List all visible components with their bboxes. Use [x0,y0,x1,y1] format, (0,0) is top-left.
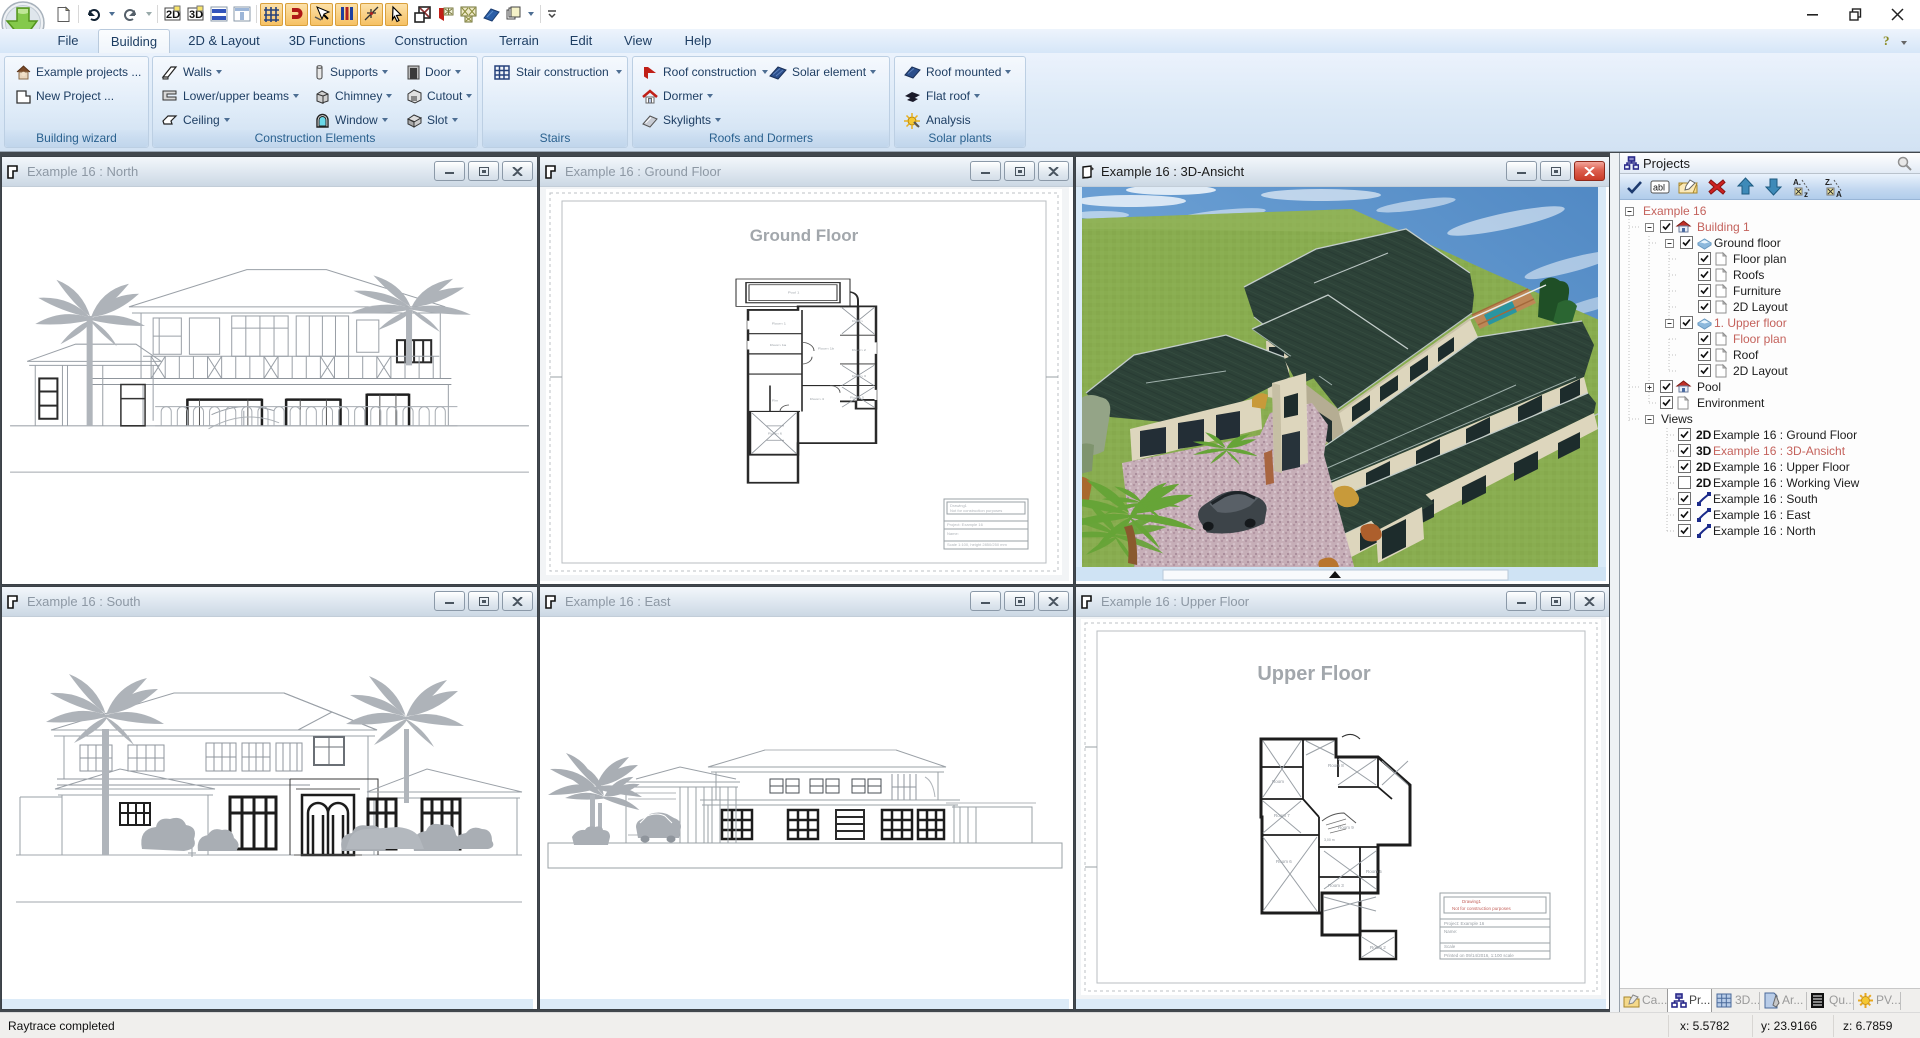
svg-text:Room 4: Room 4 [810,397,824,400]
svg-text:2D: 2D [1696,460,1712,474]
svg-text:Not for construction purposes: Not for construction purposes [1452,906,1512,911]
svg-text:2D Layout: 2D Layout [1733,300,1788,314]
svg-text:3,00 m: 3,00 m [1324,838,1335,842]
svg-text:Room 5: Room 5 [1366,869,1382,874]
svg-text:Example 16 : 3D-Ansicht: Example 16 : 3D-Ansicht [1713,444,1846,458]
svg-text:2D: 2D [1696,428,1712,442]
svg-text:Room 1b: Room 1b [818,347,834,350]
svg-text:Ground floor: Ground floor [1714,236,1781,250]
svg-text:Room 1a: Room 1a [770,343,786,346]
svg-text:Environment: Environment [1697,396,1765,410]
svg-text:Room 2: Room 2 [852,349,866,352]
svg-text:Pool 1: Pool 1 [788,291,799,294]
svg-text:Views: Views [1661,412,1693,426]
svg-text:Furniture: Furniture [1733,284,1781,298]
svg-text:2D Layout: 2D Layout [1733,364,1788,378]
svg-text:?: ? [1883,33,1890,48]
svg-text:Floor plan: Floor plan [1733,252,1786,266]
svg-text:Example 16 : South: Example 16 : South [1713,492,1818,506]
svg-text:Name:: Name: [1444,929,1457,934]
svg-text:Drawing1: Drawing1 [1462,899,1482,904]
svg-text:Upper Floor: Upper Floor [1257,663,1371,685]
svg-text:Example 16 : Upper Floor: Example 16 : Upper Floor [1713,460,1850,474]
svg-text:Floor plan: Floor plan [1733,332,1786,346]
svg-text:Room 3: Room 3 [1328,883,1344,888]
svg-text:Room 5: Room 5 [850,396,864,399]
svg-text:Ground Floor: Ground Floor [750,226,859,245]
svg-text:Example 16 : Working View: Example 16 : Working View [1713,476,1860,490]
svg-text:Room: Room [1272,779,1284,784]
svg-text:Printed on 09/14/2016, 1:100 s: Printed on 09/14/2016, 1:100 scale [1444,953,1514,958]
svg-text:Roof: Roof [1733,348,1759,362]
svg-text:Project: Example 16: Project: Example 16 [947,522,984,527]
svg-text:Not for construction purposes: Not for construction purposes [950,508,1002,513]
svg-text:Example 16: Example 16 [1643,204,1707,218]
svg-text:Scale: Scale [1444,944,1456,949]
svg-text:Room 6: Room 6 [768,432,782,435]
svg-text:Room 1: Room 1 [772,322,786,325]
svg-text:Scale 1:100, height 2850/250 m: Scale 1:100, height 2850/250 mm [947,542,1007,547]
svg-text:Room 3: Room 3 [852,374,866,377]
svg-text:Room 2: Room 2 [1370,945,1386,950]
svg-text:Room 8: Room 8 [1328,763,1344,768]
svg-text:Z.: Z. [1825,178,1832,187]
svg-text:Example 16 : East: Example 16 : East [1713,508,1811,522]
svg-text:Roofs: Roofs [1733,268,1764,282]
svg-text:Room 7: Room 7 [1274,813,1290,818]
svg-text:z: z [1804,190,1808,198]
svg-text:Example 16 : Ground Floor: Example 16 : Ground Floor [1713,428,1857,442]
svg-text:Name:: Name: [947,531,959,536]
svg-text:Room: Room [852,320,863,323]
svg-text:1. Upper floor: 1. Upper floor [1714,316,1787,330]
svg-text:Project: Example 16: Project: Example 16 [1444,921,1485,926]
svg-text:2D: 2D [1696,476,1712,490]
svg-text:Example 16 : North: Example 16 : North [1713,524,1816,538]
svg-text:3D: 3D [1696,444,1712,458]
svg-text:Room 6: Room 6 [1276,859,1292,864]
svg-text:Pool: Pool [1697,380,1721,394]
svg-text:abl: abl [1653,183,1665,193]
svg-text:A.: A. [1793,178,1801,187]
svg-text:Rm: Rm [772,399,778,402]
svg-text:Room 9: Room 9 [1338,825,1354,830]
svg-text:Building 1: Building 1 [1697,220,1750,234]
svg-text:A: A [1836,190,1842,198]
